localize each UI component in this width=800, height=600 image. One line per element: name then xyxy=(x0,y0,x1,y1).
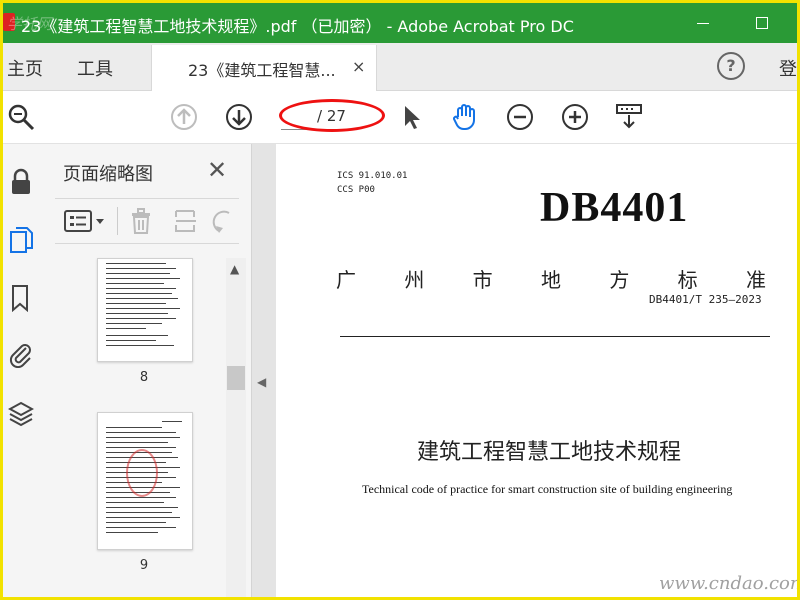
pages-icon[interactable] xyxy=(8,226,34,254)
document-page: ICS 91.010.01 CCS P00 DB4401 广 州 市 地 方 标… xyxy=(276,144,797,597)
zoom-out-icon[interactable] xyxy=(506,103,534,131)
heading-char: 地 xyxy=(540,268,561,292)
red-annotation-ellipse xyxy=(279,99,385,132)
site-watermark: www.cndao.com xyxy=(659,573,800,594)
close-icon[interactable]: × xyxy=(352,57,365,76)
heading-char: 方 xyxy=(609,268,630,292)
heading-char: 准 xyxy=(745,268,766,292)
collapse-panel-icon[interactable]: ◀ xyxy=(257,375,266,389)
page-down-icon[interactable] xyxy=(225,103,253,131)
scroll-up-icon[interactable]: ▲ xyxy=(230,262,239,276)
thumbnails-scrollbar[interactable]: ▲ xyxy=(226,258,246,597)
app-window: 学托网 23《建筑工程智慧工地技术规程》.pdf （已加密） - Adobe A… xyxy=(0,0,800,600)
layers-icon[interactable] xyxy=(8,400,34,428)
lock-icon[interactable] xyxy=(8,168,34,196)
panel-title: 页面缩略图 xyxy=(63,164,153,185)
heading-char: 州 xyxy=(404,268,425,292)
thumbnail-label: 8 xyxy=(139,370,149,385)
tab-home[interactable]: 主页 xyxy=(7,55,43,81)
minimize-icon[interactable] xyxy=(683,9,723,37)
ics-code: ICS 91.010.01 xyxy=(337,171,408,181)
tab-bar: 主页 工具 23《建筑工程智慧... × ? 登 xyxy=(3,43,797,91)
page-thumbnails-panel: 页面缩略图 ✕ 8 9 ▲ xyxy=(45,144,252,597)
attachment-icon[interactable] xyxy=(8,340,34,368)
maximize-icon[interactable] xyxy=(743,9,783,37)
standard-code: DB4401 xyxy=(540,185,689,231)
hand-icon[interactable] xyxy=(451,103,479,131)
zoom-in-icon[interactable] xyxy=(561,103,589,131)
search-icon[interactable] xyxy=(7,103,35,131)
heading-char: 广 xyxy=(336,268,356,292)
help-icon[interactable]: ? xyxy=(717,52,745,80)
thumbnails-toolbar xyxy=(55,198,239,244)
thumbnail-page-8[interactable] xyxy=(97,258,193,362)
document-title-en: Technical code of practice for smart con… xyxy=(362,482,733,496)
thumbnail-label: 9 xyxy=(139,558,149,573)
title-bar: 学托网 23《建筑工程智慧工地技术规程》.pdf （已加密） - Adobe A… xyxy=(3,3,797,43)
insert-pages-icon[interactable] xyxy=(173,207,199,235)
toolbar xyxy=(3,91,797,144)
heading-char: 市 xyxy=(472,268,493,292)
divider xyxy=(117,207,118,235)
standard-number: DB4401/T 235—2023 xyxy=(649,293,762,306)
heading-char: 标 xyxy=(677,268,698,292)
select-cursor-icon[interactable] xyxy=(399,103,427,131)
local-standard-heading: 广 州 市 地 方 标 准 xyxy=(336,264,766,293)
left-icon-rail xyxy=(3,144,46,597)
thumbnail-page-9[interactable] xyxy=(97,412,193,550)
document-tab-label: 23《建筑工程智慧... xyxy=(188,61,336,80)
document-tab[interactable]: 23《建筑工程智慧... × xyxy=(151,45,377,91)
red-stamp xyxy=(126,449,158,497)
rotate-icon[interactable] xyxy=(211,207,233,235)
fit-page-icon[interactable] xyxy=(615,103,643,131)
horizontal-rule xyxy=(340,336,770,337)
scrollbar-thumb[interactable] xyxy=(227,366,245,390)
options-menu-icon[interactable] xyxy=(63,209,107,233)
tab-tools[interactable]: 工具 xyxy=(77,55,113,81)
page-up-icon[interactable] xyxy=(170,103,198,131)
document-title-cn: 建筑工程智慧工地技术规程 xyxy=(417,440,682,465)
sign-in-link[interactable]: 登 xyxy=(779,55,797,81)
trash-icon[interactable] xyxy=(129,207,153,235)
panel-splitter[interactable] xyxy=(252,144,276,597)
window-title: 23《建筑工程智慧工地技术规程》.pdf （已加密） - Adobe Acrob… xyxy=(21,17,574,36)
bookmark-icon[interactable] xyxy=(8,284,34,312)
ccs-code: CCS P00 xyxy=(337,185,375,195)
close-icon[interactable]: ✕ xyxy=(207,156,227,184)
